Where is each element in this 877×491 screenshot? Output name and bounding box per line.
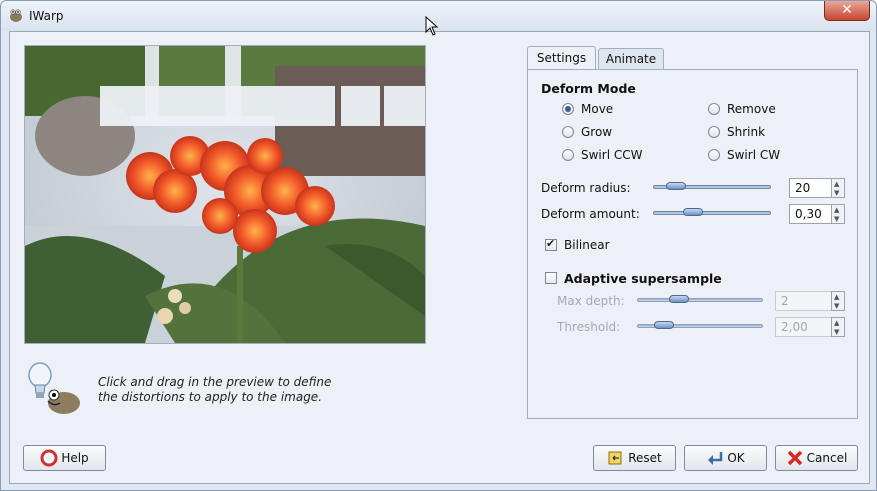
arrow-down-icon[interactable]: ▼ — [834, 215, 839, 223]
window-title: IWarp — [29, 9, 64, 23]
slider-knob[interactable] — [683, 208, 703, 216]
help-button[interactable]: Help — [23, 445, 106, 471]
radio-indicator — [562, 103, 574, 115]
deform-amount-slider[interactable] — [653, 208, 771, 216]
checkbox-box — [545, 272, 557, 284]
arrow-up-icon[interactable]: ▲ — [834, 180, 839, 188]
ok-button-label: OK — [727, 451, 745, 465]
deform-radius-slider[interactable] — [653, 182, 771, 190]
radio-indicator — [708, 149, 720, 161]
radio-swirl-ccw-label: Swirl CCW — [581, 148, 643, 162]
arrow-up-icon[interactable]: ▲ — [834, 319, 839, 327]
bilinear-label: Bilinear — [564, 238, 610, 252]
spin-arrows[interactable]: ▲ ▼ — [831, 178, 845, 198]
image-preview[interactable] — [24, 45, 426, 344]
max-depth-row: Max depth: 2 ▲ ▼ — [557, 291, 846, 311]
deform-radius-label: Deform radius: — [541, 181, 631, 195]
arrow-up-icon[interactable]: ▲ — [834, 206, 839, 214]
enter-arrow-icon — [708, 452, 723, 465]
reset-button[interactable]: Reset — [593, 445, 676, 471]
radio-indicator — [708, 126, 720, 138]
threshold-row: Threshold: 2,00 ▲ ▼ — [557, 317, 846, 337]
adaptive-supersample-checkbox[interactable]: Adaptive supersample — [545, 270, 722, 286]
slider-knob[interactable] — [654, 321, 674, 329]
spin-arrows[interactable]: ▲ ▼ — [831, 204, 845, 224]
threshold-value: 2,00 — [781, 320, 808, 334]
flower-preview-image — [25, 46, 425, 343]
settings-panel: Deform Mode Move Remove Grow Shrink Swir… — [527, 69, 858, 419]
gimp-wilber-icon — [10, 9, 22, 22]
max-depth-value: 2 — [781, 294, 789, 308]
radio-shrink-label: Shrink — [727, 125, 766, 139]
tab-animate[interactable]: Animate — [598, 48, 664, 69]
radio-move[interactable]: Move — [562, 101, 613, 117]
bilinear-checkbox[interactable]: Bilinear — [545, 237, 610, 253]
radio-shrink[interactable]: Shrink — [708, 124, 765, 140]
cancel-button-label: Cancel — [806, 451, 848, 465]
slider-knob[interactable] — [669, 295, 689, 303]
threshold-label: Threshold: — [557, 320, 621, 334]
deform-amount-row: Deform amount: 0,30 ▲ ▼ — [541, 204, 846, 224]
radio-grow[interactable]: Grow — [562, 124, 612, 140]
hint-text: Click and drag in the preview to define … — [98, 375, 332, 404]
dialog-body: Click and drag in the preview to define … — [9, 31, 870, 484]
reset-button-label: Reset — [628, 451, 662, 465]
radio-indicator — [562, 149, 574, 161]
arrow-down-icon[interactable]: ▼ — [834, 302, 839, 310]
arrow-down-icon[interactable]: ▼ — [834, 328, 839, 336]
ok-button[interactable]: OK — [684, 445, 767, 471]
mouse-cursor-icon — [425, 16, 439, 36]
help-button-label: Help — [61, 451, 89, 465]
max-depth-label: Max depth: — [557, 294, 625, 308]
iwarp-window: IWarp ✕ Click and drag in the preview to… — [0, 0, 877, 491]
deform-amount-value: 0,30 — [795, 207, 822, 221]
max-depth-spinner[interactable]: 2 ▲ ▼ — [775, 291, 845, 311]
radio-indicator — [562, 126, 574, 138]
radio-indicator — [708, 103, 720, 115]
window-close-button[interactable]: ✕ — [824, 1, 870, 21]
radio-swirl-cw-label: Swirl CW — [727, 148, 781, 162]
radio-move-label: Move — [581, 102, 614, 116]
max-depth-slider[interactable] — [637, 295, 763, 303]
radio-swirl-ccw[interactable]: Swirl CCW — [562, 147, 642, 163]
slider-knob[interactable] — [666, 182, 686, 190]
deform-radius-row: Deform radius: 20 ▲ ▼ — [541, 178, 846, 198]
cancel-x-icon — [787, 450, 802, 466]
arrow-up-icon[interactable]: ▲ — [834, 293, 839, 301]
threshold-slider[interactable] — [637, 321, 763, 329]
deform-radius-value: 20 — [795, 181, 811, 195]
radio-remove-label: Remove — [727, 102, 776, 116]
hint-area: Click and drag in the preview to define … — [24, 357, 504, 427]
radio-grow-label: Grow — [581, 125, 613, 139]
reset-icon — [608, 451, 622, 465]
adaptive-supersample-label: Adaptive supersample — [564, 270, 722, 286]
deform-mode-title: Deform Mode — [541, 81, 636, 96]
cancel-button[interactable]: Cancel — [775, 445, 858, 471]
threshold-spinner[interactable]: 2,00 ▲ ▼ — [775, 317, 845, 337]
lightbulb-wilber-icon — [28, 362, 80, 414]
arrow-down-icon[interactable]: ▼ — [834, 189, 839, 197]
spin-arrows[interactable]: ▲ ▼ — [831, 317, 845, 337]
deform-radius-spinner[interactable]: 20 ▲ ▼ — [789, 178, 845, 198]
checkbox-box — [545, 237, 557, 251]
deform-amount-label: Deform amount: — [541, 207, 640, 221]
radio-swirl-cw[interactable]: Swirl CW — [708, 147, 780, 163]
radio-remove[interactable]: Remove — [708, 101, 776, 117]
close-icon: ✕ — [841, 2, 853, 18]
tab-settings[interactable]: Settings — [527, 46, 596, 70]
deform-amount-spinner[interactable]: 0,30 ▲ ▼ — [789, 204, 845, 224]
tab-animate-label: Animate — [605, 52, 657, 66]
tab-settings-label: Settings — [536, 51, 587, 65]
lifebuoy-icon — [40, 449, 58, 467]
spin-arrows[interactable]: ▲ ▼ — [831, 291, 845, 311]
